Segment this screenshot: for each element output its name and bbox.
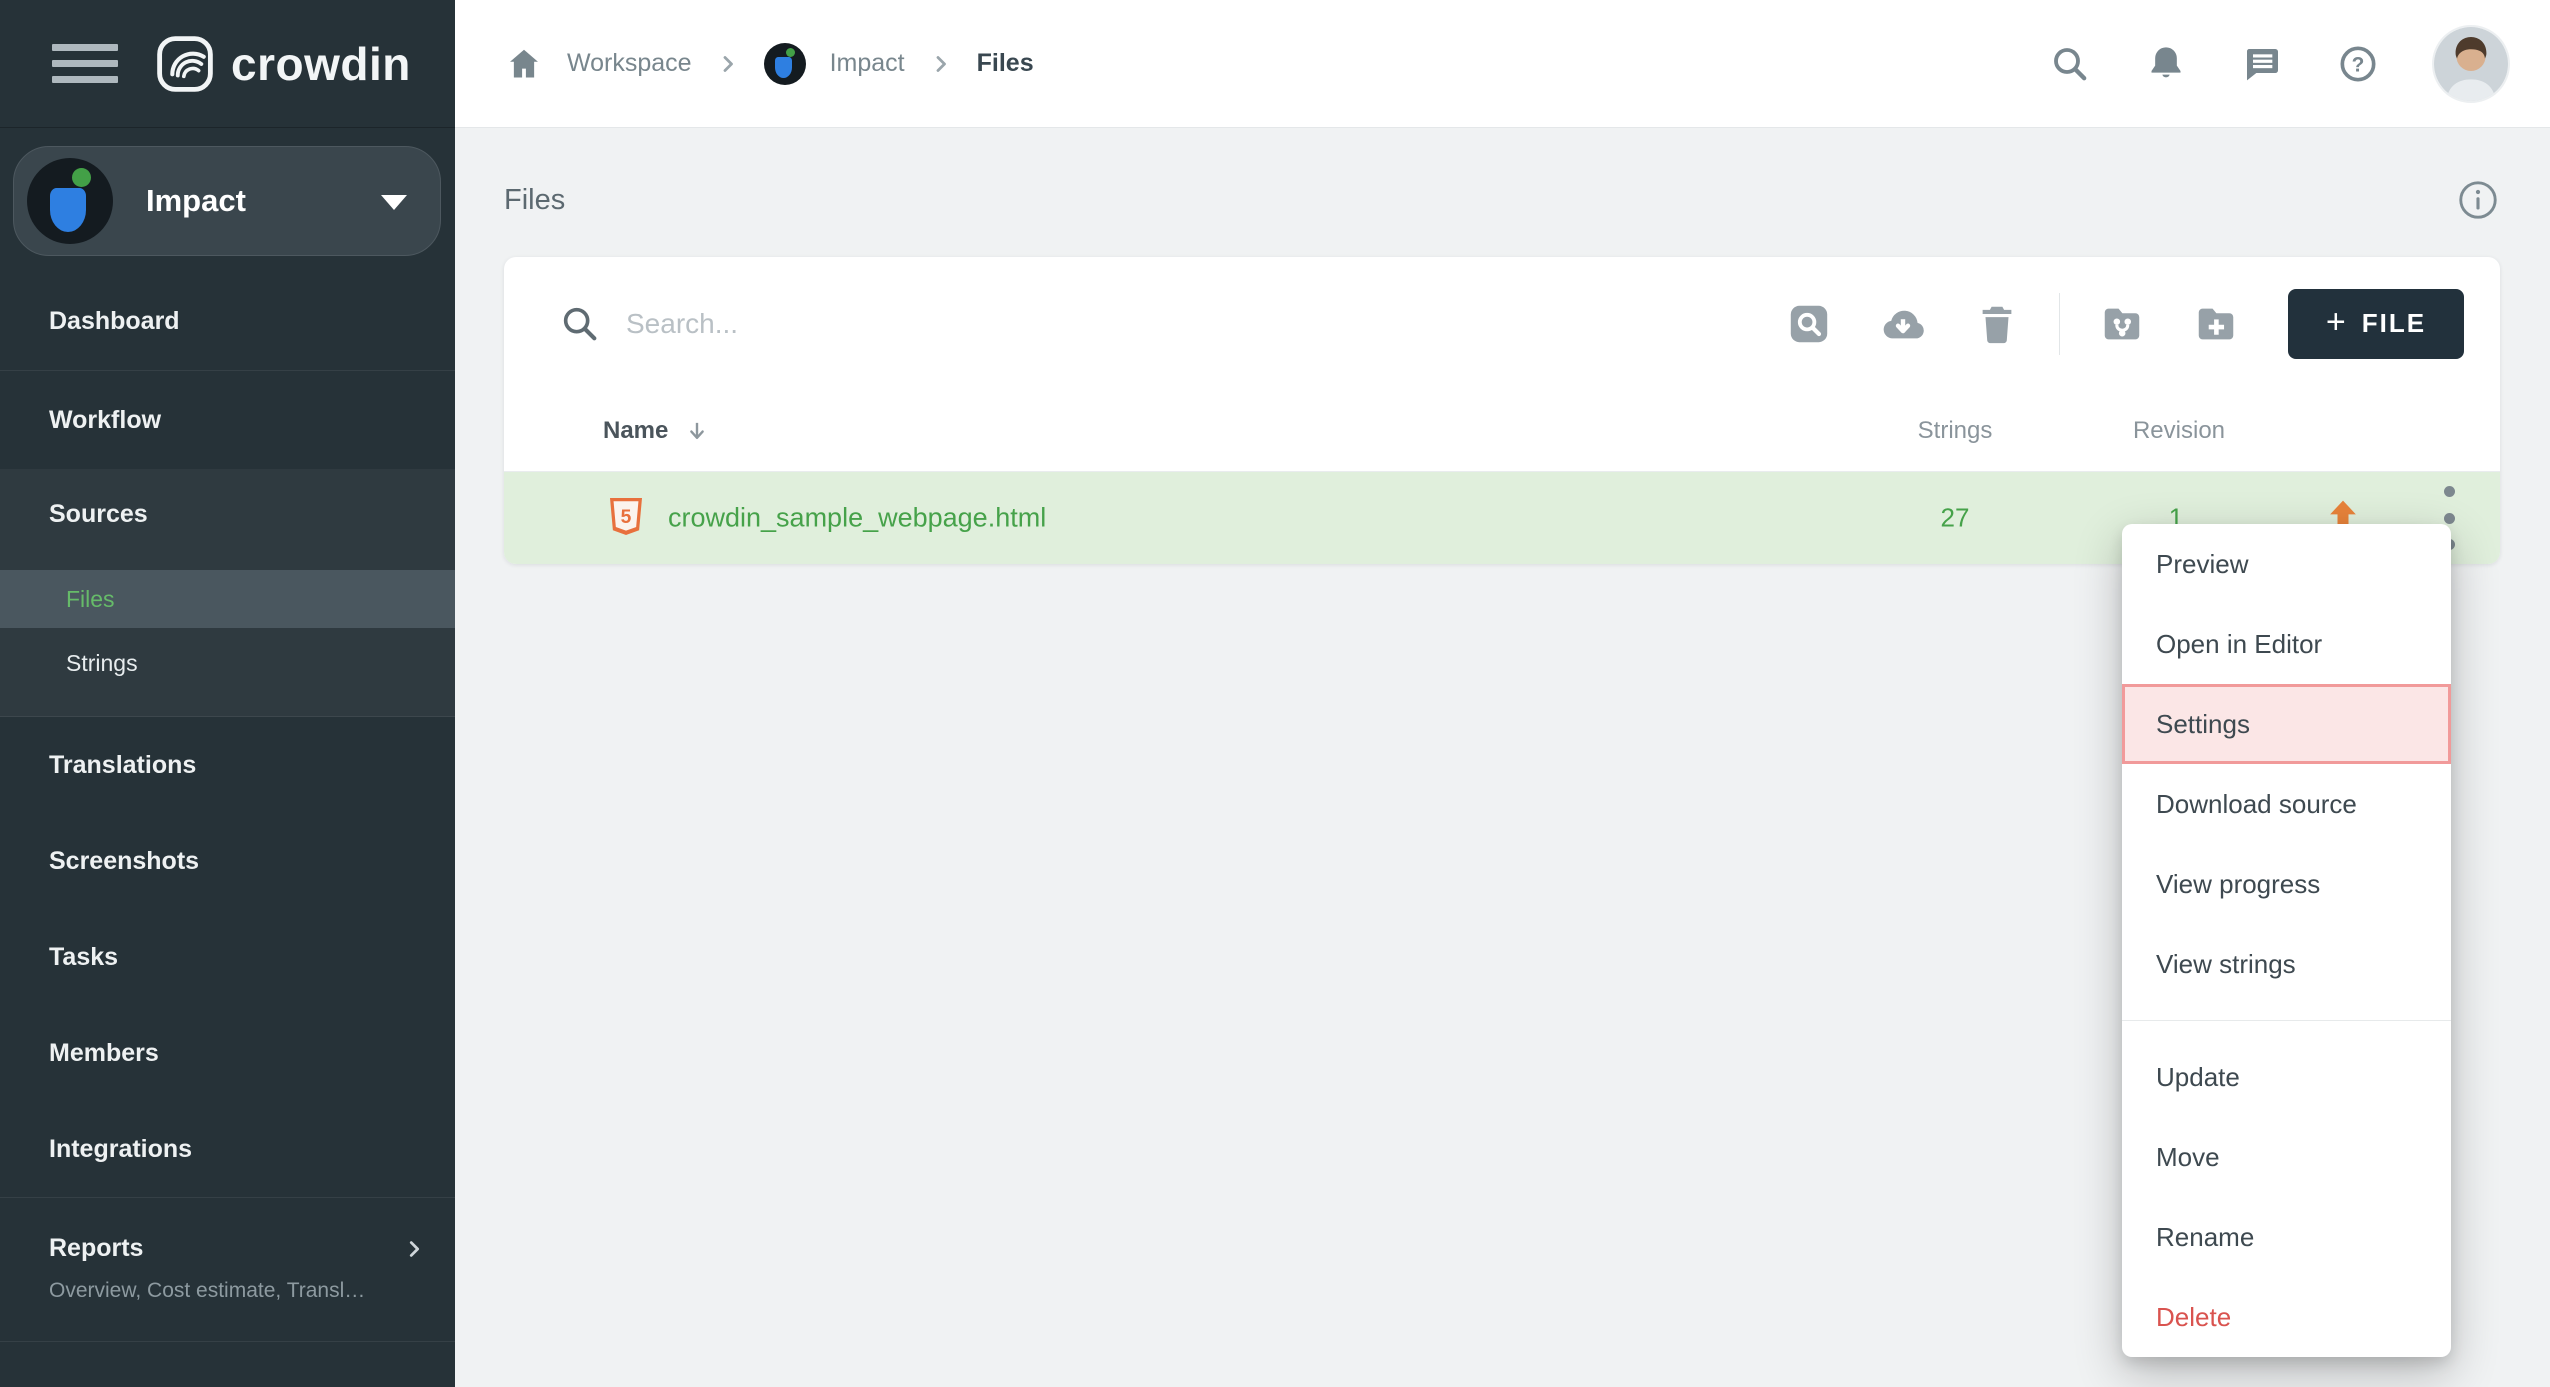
topbar-actions: ? [2048,25,2510,103]
sidebar-nav: Dashboard Workflow Sources Files Strings… [0,273,455,1342]
sidebar-item-members[interactable]: Members [0,1005,455,1101]
sidebar-item-dashboard[interactable]: Dashboard [0,273,455,371]
topbar: Workspace Impact Files ? [455,0,2550,128]
file-context-menu: Preview Open in Editor Settings Download… [2122,524,2451,1357]
help-icon[interactable]: ? [2336,42,2380,86]
files-toolbar: + FILE [504,257,2500,390]
sidebar-section-sources: Sources Files Strings [0,469,455,717]
hamburger-menu-icon[interactable] [52,44,118,83]
crowdin-wordmark: crowdin [231,37,411,91]
html5-file-icon: 5 [608,498,644,538]
sidebar-item-integrations[interactable]: Integrations [0,1101,455,1197]
page-title: Files [504,184,565,217]
menu-divider [2122,1004,2451,1037]
toolbar-divider [2059,293,2060,355]
notifications-bell-icon[interactable] [2144,42,2188,86]
sidebar-item-translations[interactable]: Translations [0,717,455,813]
sort-desc-icon [684,418,710,444]
file-name-link[interactable]: crowdin_sample_webpage.html [668,503,1046,534]
menu-item-view-strings[interactable]: View strings [2122,924,2451,1004]
search-input[interactable] [626,308,1781,340]
user-avatar[interactable] [2432,25,2510,103]
sidebar-group: Translations Screenshots Tasks Members I… [0,717,455,1197]
file-preview-search-icon[interactable] [1781,296,1837,352]
svg-text:?: ? [2352,53,2365,76]
chevron-down-icon [381,195,407,210]
cloud-download-icon[interactable] [1875,296,1931,352]
menu-item-rename[interactable]: Rename [2122,1197,2451,1277]
sidebar-item-files[interactable]: Files [0,570,455,628]
search-icon [560,304,600,344]
strings-count[interactable]: 27 [1941,503,1970,534]
sidebar-item-reports[interactable]: Reports Overview, Cost estimate, Transl… [0,1197,455,1342]
sidebar-item-sources[interactable]: Sources [0,469,455,559]
menu-item-delete[interactable]: Delete [2122,1277,2451,1357]
breadcrumb-workspace[interactable]: Workspace [567,49,692,78]
folder-add-icon[interactable] [2188,296,2244,352]
chevron-right-icon [716,52,740,76]
chevron-right-icon [929,52,953,76]
trash-icon[interactable] [1969,296,2025,352]
breadcrumb-current: Files [977,49,1034,78]
crowdin-logo-icon [156,35,214,93]
info-icon[interactable] [2458,180,2498,220]
svg-text:5: 5 [621,507,632,528]
sidebar-item-tasks[interactable]: Tasks [0,909,455,1005]
menu-item-settings[interactable]: Settings [2122,684,2451,764]
sidebar-item-strings[interactable]: Strings [0,634,455,692]
menu-item-update[interactable]: Update [2122,1037,2451,1117]
menu-item-download-source[interactable]: Download source [2122,764,2451,844]
menu-item-preview[interactable]: Preview [2122,524,2451,604]
breadcrumb: Workspace Impact Files [505,43,1034,85]
menu-item-open-in-editor[interactable]: Open in Editor [2122,604,2451,684]
project-switcher[interactable]: Impact [13,146,441,256]
messages-icon[interactable] [2240,42,2284,86]
sidebar-item-screenshots[interactable]: Screenshots [0,813,455,909]
menu-item-move[interactable]: Move [2122,1117,2451,1197]
column-header-name[interactable]: Name [603,417,710,445]
breadcrumb-project-icon [764,43,806,85]
project-name: Impact [146,183,246,219]
sidebar: crowdin Impact Dashboard Workflow Source… [0,0,455,1387]
files-card: + FILE Name Strings Revision 5 crowdin_s… [504,257,2500,564]
crowdin-logo[interactable]: crowdin [156,35,411,93]
home-icon[interactable] [505,45,543,83]
reports-subtitle: Overview, Cost estimate, Transl… [49,1279,425,1303]
menu-item-view-progress[interactable]: View progress [2122,844,2451,924]
add-file-button[interactable]: + FILE [2288,289,2464,359]
table-header: Name Strings Revision [504,390,2500,472]
chevron-right-icon [403,1236,425,1262]
breadcrumb-project[interactable]: Impact [830,49,905,78]
project-logo-icon [27,158,113,244]
plus-icon: + [2326,303,2348,342]
sidebar-item-workflow[interactable]: Workflow [0,371,455,469]
search-icon[interactable] [2048,42,2092,86]
folder-branch-icon[interactable] [2094,296,2150,352]
column-header-strings: Strings [1918,417,1993,445]
column-header-revision: Revision [2133,417,2225,445]
sidebar-header: crowdin [0,0,455,128]
